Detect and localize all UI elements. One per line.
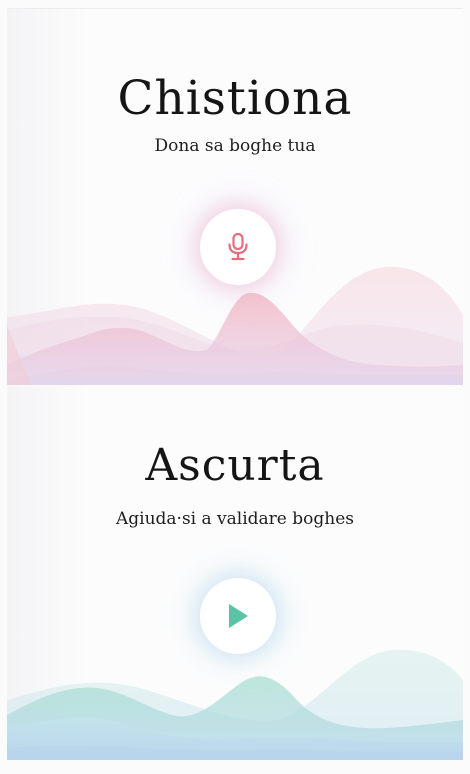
speak-title: Chistiona: [117, 71, 353, 126]
play-icon: [229, 604, 248, 628]
listen-subtitle: Agiuda·si a validare boghes: [115, 509, 355, 529]
microphone-icon: [228, 232, 248, 261]
listen-title: Ascurta: [145, 440, 325, 491]
speak-card[interactable]: Chistiona Dona sa boghe tua: [7, 8, 463, 385]
listen-card[interactable]: Ascurta Agiuda·si a validare boghes: [7, 386, 463, 760]
record-button[interactable]: [200, 209, 276, 285]
speak-subtitle: Dona sa boghe tua: [154, 136, 316, 156]
play-button[interactable]: [200, 578, 276, 654]
page: Chistiona Dona sa boghe tua Ascurta Agiu…: [0, 0, 470, 774]
